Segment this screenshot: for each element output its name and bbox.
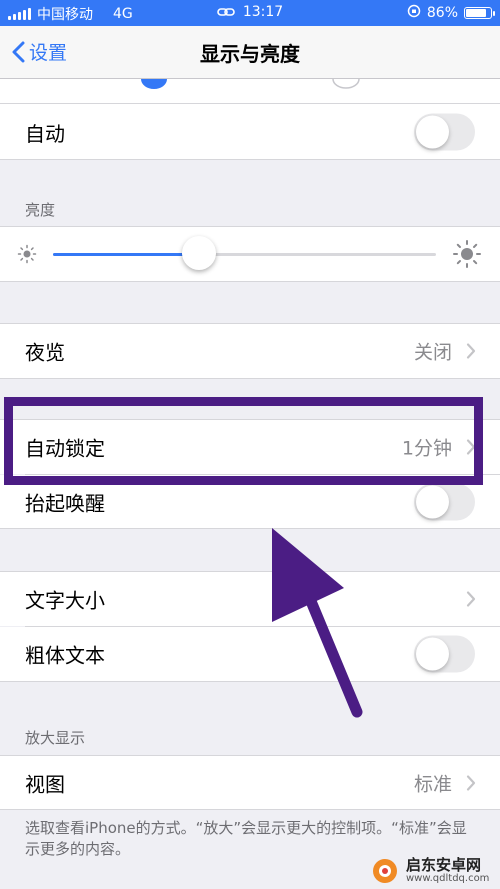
chevron-right-icon [466,774,476,791]
battery-icon [464,7,495,19]
divider [0,159,500,160]
light-mode-radio[interactable] [140,79,168,89]
night-shift-value: 关闭 [413,341,452,364]
back-label: 设置 [29,42,68,64]
toggle-knob [416,485,449,518]
annotation-highlight-box [4,397,483,485]
divider [0,809,500,810]
brightness-slider-thumb[interactable] [181,236,216,270]
raise-to-wake-label: 抬起唤醒 [25,491,105,515]
text-size-label: 文字大小 [25,588,105,613]
orientation-lock-icon [407,4,421,22]
dark-mode-radio[interactable] [332,79,360,89]
bold-text-label: 粗体文本 [25,643,105,668]
divider [0,281,500,282]
night-shift-label: 夜览 [25,340,65,365]
toggle-knob [416,115,449,148]
chevron-right-icon [466,343,476,359]
chevron-right-icon [466,591,476,607]
chevron-left-icon [12,41,25,62]
watermark-text: 启东安卓网 [406,856,482,874]
auto-appearance-toggle[interactable] [414,113,475,150]
battery-percent: 86% [426,5,458,21]
view-label: 视图 [25,772,65,796]
navigation-bar: 设置 显示与亮度 [0,26,500,79]
watermark: 启东安卓网 www.qdltdq.com [370,856,490,884]
sun-small-icon [17,244,37,264]
auto-appearance-row: 自动 [0,104,500,159]
divider [0,681,500,682]
display-zoom-footer: 选取查看iPhone的方式。“放大”会显示更大的控制项。“标准”会显示更多的内容… [25,819,467,858]
night-shift-row[interactable]: 夜览 关闭 [0,324,500,378]
brightness-header: 亮度 [25,201,56,219]
view-row[interactable]: 视图 标准 [0,756,500,809]
battery-level [466,9,487,17]
text-size-row[interactable]: 文字大小 [0,572,500,626]
clock-time: 13:17 [242,4,284,20]
brightness-slider-fill [53,253,199,256]
watermark-url: www.qdltdq.com [406,872,490,884]
back-button[interactable]: 设置 [12,38,67,65]
link-icon [217,6,235,22]
auto-appearance-label: 自动 [25,122,65,146]
display-zoom-header: 放大显示 [25,729,86,747]
page-title: 显示与亮度 [200,42,300,66]
status-bar: 中国移动 4G 13:17 86% [0,0,500,26]
raise-to-wake-toggle[interactable] [414,483,475,520]
bold-text-toggle[interactable] [414,635,475,673]
brightness-slider[interactable] [53,236,436,270]
toggle-knob [416,637,449,671]
watermark-logo-icon [373,859,397,884]
divider [0,528,500,529]
bold-text-row: 粗体文本 [0,627,500,681]
divider [0,378,500,379]
sun-large-icon [453,240,481,268]
appearance-group: 自动 [0,79,500,159]
view-value: 标准 [413,773,452,795]
